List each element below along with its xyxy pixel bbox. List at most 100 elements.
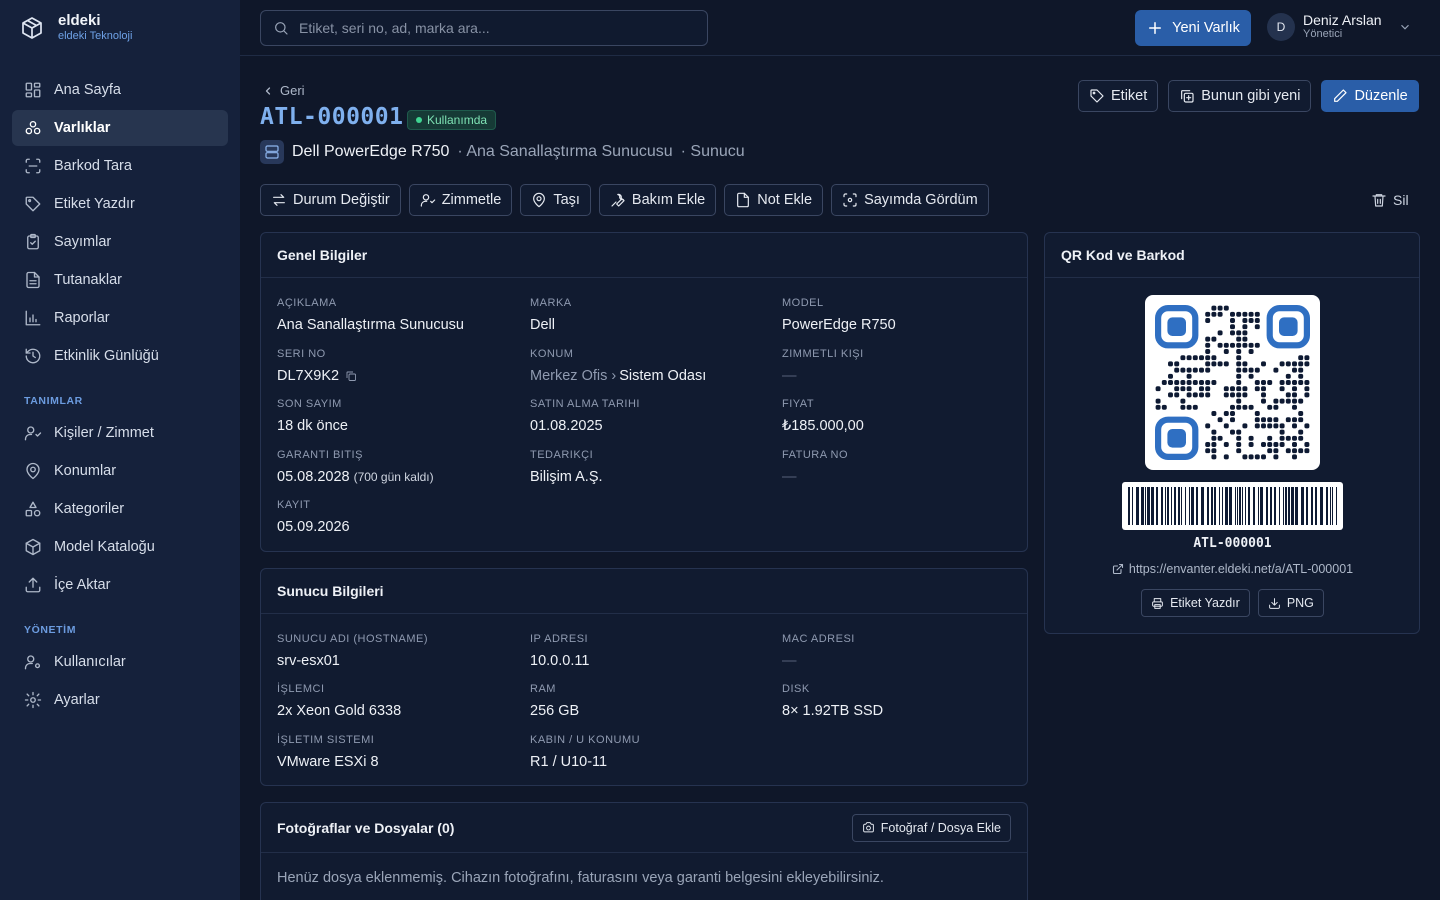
field-value: 05.09.2026 [277, 519, 350, 535]
field-invoice: Fatura No — [782, 449, 1022, 485]
sidebar-item-reports[interactable]: Raporlar [12, 300, 228, 336]
sidebar-item-people[interactable]: Kişiler / Zimmet [12, 415, 228, 451]
sidebar-item-label: Konumlar [54, 463, 117, 479]
assign-button[interactable]: Zimmetle [408, 184, 513, 216]
sidebar-item-locations[interactable]: Konumlar [12, 453, 228, 489]
qr-actions: Etiket Yazdır PNG [1045, 589, 1420, 617]
sidebar: eldeki eldeki Teknoloji Ana Sayfa Varlık… [0, 0, 240, 900]
download-icon [1268, 597, 1281, 610]
sidebar-item-print-labels[interactable]: Etiket Yazdır [12, 186, 228, 222]
field-value: ₺185.000,00 [782, 418, 864, 434]
field-value: — [782, 469, 1022, 485]
avatar: D [1267, 12, 1295, 41]
field-label: İşlemci [277, 683, 325, 695]
field-value: PowerEdge R750 [782, 317, 896, 333]
public-url-link[interactable]: https://envanter.eldeki.net/a/ATL-000001 [1045, 562, 1420, 576]
field-label: Kayıt [277, 499, 311, 511]
field-label: Seri No [277, 348, 326, 360]
move-label: Taşı [553, 192, 580, 208]
map-pin-icon [24, 462, 42, 480]
camera-icon [862, 821, 875, 834]
brand[interactable]: eldeki eldeki Teknoloji [20, 12, 132, 43]
qr-card: QR Kod ve Barkod ATL-000001 https://enva… [1044, 232, 1420, 634]
add-note-button[interactable]: Not Ekle [724, 184, 824, 216]
trash-icon [1371, 192, 1387, 208]
printer-icon [1151, 597, 1164, 610]
back-link[interactable]: Geri [262, 83, 305, 98]
field-value: 10.0.0.11 [530, 653, 590, 669]
field-serial: Seri No DL7X9K2 [277, 348, 517, 384]
invoice-value: — [782, 469, 797, 485]
sidebar-item-label: Sayımlar [54, 234, 112, 250]
add-maintenance-button[interactable]: Bakım Ekle [598, 184, 717, 216]
move-button[interactable]: Taşı [520, 184, 591, 216]
tag-button-label: Etiket [1111, 88, 1148, 104]
field-label: İşletim Sistemi [277, 734, 375, 746]
search-box[interactable] [260, 10, 708, 46]
sidebar-item-activity-log[interactable]: Etkinlik Günlüğü [12, 338, 228, 374]
asset-description: · Ana Sanallaştırma Sunucusu [457, 143, 673, 160]
edit-button[interactable]: Düzenle [1321, 80, 1419, 112]
sidebar-item-label: Kişiler / Zimmet [54, 425, 154, 441]
seen-in-count-button[interactable]: Sayımda Gördüm [831, 184, 989, 216]
sidebar-item-counts[interactable]: Sayımlar [12, 224, 228, 260]
map-pin-icon [531, 192, 547, 208]
assets-icon [24, 119, 42, 137]
sidebar-item-settings[interactable]: Ayarlar [12, 682, 228, 718]
sidebar-item-label: Varlıklar [54, 120, 111, 136]
barcode [1122, 482, 1343, 530]
sidebar-item-label: Kategoriler [54, 501, 125, 517]
add-file-label: Fotoğraf / Dosya Ekle [880, 820, 1001, 835]
sidebar-item-scan[interactable]: Barkod Tara [12, 148, 228, 184]
history-icon [24, 347, 42, 365]
sidebar-item-assets[interactable]: Varlıklar [12, 110, 228, 146]
shapes-icon [24, 500, 42, 518]
field-label: Fatura No [782, 449, 849, 461]
field-value: VMware ESXi 8 [277, 754, 379, 770]
server-info-card: Sunucu Bilgileri Sunucu Adı (Hostname) s… [260, 568, 1028, 786]
change-status-button[interactable]: Durum Değiştir [260, 184, 401, 216]
asset-model: Dell PowerEdge R750 [292, 143, 450, 160]
sidebar-item-import[interactable]: İçe Aktar [12, 567, 228, 603]
field-value: 8× 1.92TB SSD [782, 703, 884, 719]
asset-subtitle: Dell PowerEdge R750 · Ana Sanallaştırma … [260, 140, 745, 164]
document-icon [24, 271, 42, 289]
user-menu[interactable]: D Deniz Arslan Yönetici [1267, 12, 1412, 41]
new-asset-button[interactable]: Yeni Varlık [1135, 10, 1251, 46]
field-ip: IP Adresi 10.0.0.11 [530, 633, 770, 669]
field-ram: RAM 256 GB [530, 683, 770, 719]
field-purchase-date: Satın Alma Tarihi 01.08.2025 [530, 398, 770, 434]
user-name: Deniz Arslan [1303, 12, 1382, 28]
sidebar-item-categories[interactable]: Kategoriler [12, 491, 228, 527]
sidebar-item-home[interactable]: Ana Sayfa [12, 72, 228, 108]
sidebar-item-users[interactable]: Kullanıcılar [12, 644, 228, 680]
location-value[interactable]: Sistem Odası [619, 368, 706, 384]
server-info-title: Sunucu Bilgileri [277, 583, 384, 599]
sidebar-item-model-catalog[interactable]: Model Kataloğu [12, 529, 228, 565]
files-title: Fotoğraflar ve Dosyalar (0) [277, 819, 455, 836]
field-os: İşletim Sistemi VMware ESXi 8 [277, 734, 517, 770]
tag-icon [24, 195, 42, 213]
user-check-icon [420, 192, 436, 208]
print-label-button[interactable]: Etiket Yazdır [1141, 589, 1250, 617]
field-description: Açıklama Ana Sanallaştırma Sunucusu [277, 297, 517, 333]
field-cpu: İşlemci 2x Xeon Gold 6338 [277, 683, 517, 719]
public-url: https://envanter.eldeki.net/a/ATL-000001 [1128, 562, 1354, 576]
files-empty-text: Henüz dosya eklenmemiş. Cihazın fotoğraf… [277, 870, 884, 886]
tag-button[interactable]: Etiket [1078, 80, 1159, 112]
location-parent[interactable]: Merkez Ofis › [530, 368, 616, 384]
delete-button[interactable]: Sil [1371, 192, 1409, 208]
download-png-button[interactable]: PNG [1257, 589, 1324, 617]
search-input[interactable] [299, 20, 689, 36]
add-file-button[interactable]: Fotoğraf / Dosya Ekle [851, 813, 1011, 842]
clone-button[interactable]: Bunun gibi yeni [1168, 80, 1312, 112]
field-assignee: Zimmetli Kişi — [782, 348, 1022, 384]
field-label: Marka [530, 297, 572, 309]
general-info-card: Genel Bilgiler Açıklama Ana Sanallaştırm… [260, 232, 1028, 552]
copy-icon[interactable] [345, 370, 357, 382]
change-status-label: Durum Değiştir [293, 192, 390, 208]
sidebar-item-records[interactable]: Tutanaklar [12, 262, 228, 298]
scan-icon [24, 157, 42, 175]
field-value: — [782, 368, 1022, 384]
user-role: Yönetici [1303, 28, 1343, 40]
